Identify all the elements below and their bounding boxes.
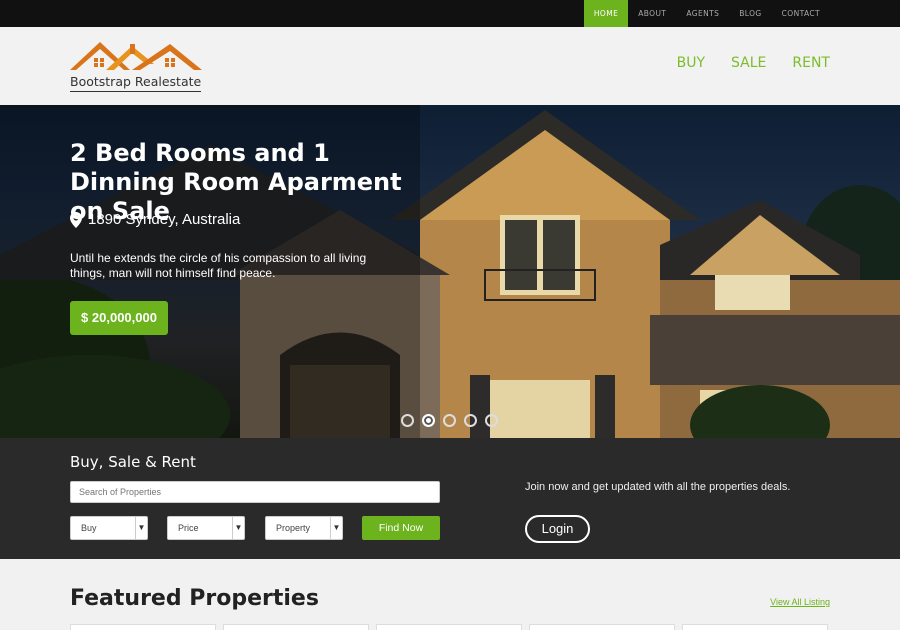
slider-dot-5[interactable] xyxy=(485,414,498,427)
nav-rent[interactable]: RENT xyxy=(792,55,830,71)
search-title: Buy, Sale & Rent xyxy=(70,453,196,471)
top-nav-contact[interactable]: CONTACT xyxy=(772,0,830,27)
top-nav: HOME ABOUT AGENTS BLOG CONTACT xyxy=(583,0,830,27)
logo-text: Bootstrap Realestate xyxy=(70,74,202,92)
featured-cards xyxy=(70,624,828,630)
property-card[interactable] xyxy=(682,624,828,630)
price-button[interactable]: $ 20,000,000 xyxy=(70,301,168,335)
login-button[interactable]: Login xyxy=(525,515,590,543)
buy-select[interactable]: Buy ▼ xyxy=(70,516,148,540)
hero-location: 1890 Syndey, Australia xyxy=(70,211,240,228)
slider-dot-2[interactable] xyxy=(422,414,435,427)
chevron-down-icon: ▼ xyxy=(135,517,147,539)
top-nav-blog[interactable]: BLOG xyxy=(729,0,771,27)
site-logo[interactable]: Bootstrap Realestate xyxy=(70,40,205,95)
chevron-down-icon: ▼ xyxy=(330,517,342,539)
slider-dot-3[interactable] xyxy=(443,414,456,427)
property-search-input[interactable] xyxy=(70,481,440,503)
property-select-value: Property xyxy=(276,523,311,533)
nav-buy[interactable]: BUY xyxy=(677,55,705,71)
chevron-down-icon: ▼ xyxy=(232,517,244,539)
price-select-value: Price xyxy=(178,523,199,533)
hero-description: Until he extends the circle of his compa… xyxy=(70,251,367,280)
price-select[interactable]: Price ▼ xyxy=(167,516,245,540)
view-all-listing-link[interactable]: View All Listing xyxy=(770,597,830,607)
top-nav-about[interactable]: ABOUT xyxy=(628,0,676,27)
top-bar: HOME ABOUT AGENTS BLOG CONTACT xyxy=(0,0,900,27)
map-marker-icon xyxy=(70,211,82,228)
buy-select-value: Buy xyxy=(81,523,97,533)
featured-title: Featured Properties xyxy=(70,586,319,611)
hero-slider: 2 Bed Rooms and 1 Dinning Room Aparment … xyxy=(0,105,900,438)
property-card[interactable] xyxy=(376,624,522,630)
find-now-button[interactable]: Find Now xyxy=(362,516,440,540)
slider-dot-1[interactable] xyxy=(401,414,414,427)
site-header: Bootstrap Realestate BUY SALE RENT xyxy=(0,27,900,105)
top-nav-agents[interactable]: AGENTS xyxy=(676,0,729,27)
search-band: Buy, Sale & Rent Buy ▼ Price ▼ Property … xyxy=(0,438,900,559)
slider-dots xyxy=(401,414,498,427)
join-text: Join now and get updated with all the pr… xyxy=(525,481,791,493)
property-select[interactable]: Property ▼ xyxy=(265,516,343,540)
property-card[interactable] xyxy=(529,624,675,630)
hero-location-text: 1890 Syndey, Australia xyxy=(88,211,241,228)
slider-dot-4[interactable] xyxy=(464,414,477,427)
property-card[interactable] xyxy=(70,624,216,630)
house-logo-icon xyxy=(70,42,202,70)
top-nav-home[interactable]: HOME xyxy=(583,0,629,27)
nav-sale[interactable]: SALE xyxy=(731,55,766,71)
main-nav: BUY SALE RENT xyxy=(677,55,830,71)
property-card[interactable] xyxy=(223,624,369,630)
